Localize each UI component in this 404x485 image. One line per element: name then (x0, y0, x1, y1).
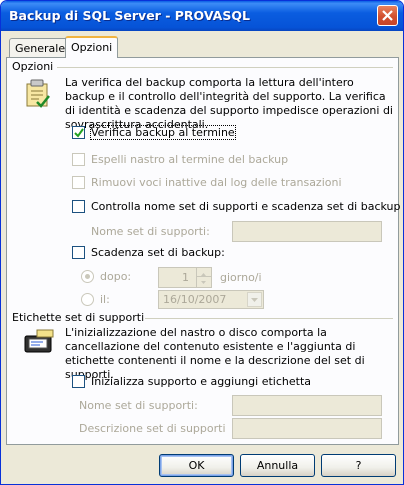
check-media-set-checkbox[interactable] (72, 200, 85, 213)
media-description-label: Descrizione set di supporti (79, 422, 226, 435)
close-button[interactable] (377, 5, 398, 26)
title-bar[interactable]: Backup di SQL Server - PROVASQL (1, 1, 403, 31)
ok-button[interactable]: OK (159, 454, 234, 477)
labels-description: L'inizializzazione del nastro o disco co… (65, 326, 365, 381)
expiry-date-value: 16/10/2007 (163, 293, 227, 306)
close-icon (382, 10, 393, 21)
tab-opzioni-label: Opzioni (71, 41, 113, 54)
window-title: Backup di SQL Server - PROVASQL (9, 8, 250, 23)
cancel-button[interactable]: Annulla (240, 454, 315, 477)
labels-group-label: Etichette set di supporti (12, 311, 145, 324)
after-unit-label: giorno/i (220, 271, 262, 284)
verify-backup-checkbox-row[interactable]: Verifica backup al termine (72, 125, 236, 140)
on-radio (81, 293, 94, 306)
options-tab-panel: Opzioni La verifica del backup comporta … (6, 57, 400, 445)
remove-inactive-checkbox (72, 176, 85, 189)
init-media-checkbox-row[interactable]: Inizializza supporto e aggiungi etichett… (72, 375, 311, 388)
verify-backup-label: Verifica backup al termine (90, 125, 236, 140)
backup-dialog: Backup di SQL Server - PROVASQL Generale… (0, 0, 404, 485)
remove-inactive-label: Rimuovi voci inattive dal log delle tran… (91, 176, 342, 189)
backup-set-expiry-checkbox-row[interactable]: Scadenza set di backup: (72, 246, 225, 259)
remove-inactive-checkbox-row: Rimuovi voci inattive dal log delle tran… (72, 176, 342, 189)
init-media-label: Inizializza supporto e aggiungi etichett… (91, 375, 311, 388)
chevron-down-icon (247, 292, 262, 307)
after-radio-row: dopo: (81, 270, 131, 283)
tab-generale-label: Generale (15, 42, 66, 55)
spinner-buttons (196, 268, 211, 287)
tape-label-icon (23, 328, 55, 359)
on-radio-row: il: (81, 293, 110, 306)
tab-generale[interactable]: Generale (9, 38, 72, 58)
after-label: dopo: (100, 270, 132, 283)
verify-backup-icon (23, 78, 55, 113)
media-name-label: Nome set di supporti: (79, 399, 198, 412)
labels-group-divider (145, 318, 393, 319)
backup-set-expiry-checkbox[interactable] (72, 246, 85, 259)
eject-tape-checkbox-row: Espelli nastro al termine del backup (72, 153, 288, 166)
media-name-input[interactable] (232, 395, 382, 416)
help-button[interactable]: ? (321, 454, 396, 477)
media-set-name-input[interactable] (232, 221, 382, 242)
on-label: il: (100, 293, 110, 306)
tab-opzioni[interactable]: Opzioni (65, 36, 119, 58)
options-description: La verifica del backup comporta la lettu… (65, 76, 393, 131)
check-media-set-checkbox-row[interactable]: Controlla nome set di supporti e scadenz… (72, 200, 400, 213)
options-group-divider (57, 67, 393, 68)
after-days-value: 1 (182, 271, 189, 284)
eject-tape-checkbox (72, 153, 85, 166)
after-days-spinner: 1 (158, 267, 212, 288)
check-media-set-label: Controlla nome set di supporti e scadenz… (91, 200, 401, 213)
init-media-checkbox[interactable] (72, 375, 85, 388)
after-radio (81, 270, 94, 283)
media-description-input[interactable] (232, 418, 382, 439)
checkmark-icon (74, 128, 84, 138)
backup-set-expiry-label: Scadenza set di backup: (91, 246, 225, 259)
media-set-name-label: Nome set di supporti: (91, 225, 210, 238)
spinner-down-icon (197, 277, 211, 286)
eject-tape-label: Espelli nastro al termine del backup (91, 153, 289, 166)
spinner-up-icon (197, 268, 211, 277)
expiry-date-picker: 16/10/2007 (158, 290, 264, 309)
verify-backup-checkbox[interactable] (72, 126, 85, 139)
options-group-label: Opzioni (12, 60, 54, 73)
